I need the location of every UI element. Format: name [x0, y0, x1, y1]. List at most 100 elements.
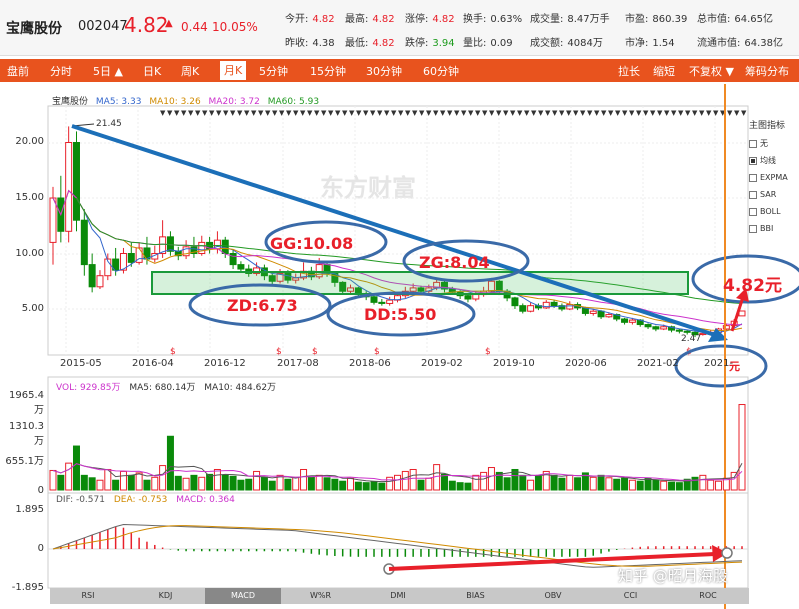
volume-bar [487, 467, 495, 491]
price-change: 0.44 [181, 20, 208, 34]
volume-bar [268, 480, 276, 491]
period-tab[interactable]: 分时 [50, 63, 72, 79]
candle-body [683, 330, 691, 333]
quote-value: 0.63% [490, 14, 523, 25]
volume-bar [699, 474, 707, 491]
chart-tool-button[interactable]: 筹码分布 [745, 63, 789, 79]
volume-bar [57, 474, 65, 491]
event-marker-icon: ▼ [734, 109, 740, 117]
volume-bar [65, 462, 73, 491]
quote-value: 0.09 [490, 38, 513, 49]
event-marker-icon: ▼ [433, 109, 439, 117]
volume-axis-label: 1310.3万 [9, 421, 44, 447]
macd-legend: DIF: -0.571 DEA: -0.753 MACD: 0.364 [56, 495, 235, 505]
event-marker-icon: ▼ [622, 109, 628, 117]
candle-body [675, 329, 683, 332]
checkbox-icon[interactable] [749, 139, 757, 148]
split-marker-icon: $ [485, 347, 491, 357]
event-marker-icon: ▼ [356, 109, 362, 117]
period-tab[interactable]: 盘前 [7, 63, 29, 79]
chart-tool-button[interactable]: 拉长 [618, 63, 640, 79]
indicator-tab[interactable]: RSI [50, 591, 126, 600]
kline-svg[interactable]: ▼ ▼ ▼ ▼ ▼ ▼ ▼ ▼ ▼ ▼ ▼ ▼ ▼ ▼ ▼ ▼ ▼ ▼ ▼ ▼ ▼ ▼ ▼ ▼ ▼ ▼ ▼ ▼ ▼ ▼ ▼ ▼ ▼ ▼ ▼ ▼ ▼ ▼ ▼ ▼… [0, 84, 799, 609]
event-marker-icon: ▼ [412, 109, 418, 117]
event-marker-icon: ▼ [167, 109, 173, 117]
volume-bar [174, 475, 182, 491]
chart-tool-button[interactable]: 缩短 [653, 63, 675, 79]
indicator-tab[interactable]: DMI [360, 591, 436, 600]
checkbox-icon[interactable] [749, 156, 757, 165]
quote-cell: 最高: 4.82 [345, 10, 395, 25]
period-toolbar: 盘前 分时 5日 ▲ 日K 周K 月K 5分钟 15分钟 30分钟 60分钟 拉长 缩短 不复权 ▼ 筹… [0, 59, 799, 82]
quote-cell: 流通市值: 64.38亿 [697, 34, 783, 49]
chart-tool-button[interactable]: 不复权 ▼ [689, 63, 734, 79]
event-marker-icon: ▼ [454, 109, 460, 117]
indicator-option[interactable]: 均线 [749, 152, 799, 169]
period-tab[interactable]: 月K [220, 61, 247, 80]
event-marker-icon: ▼ [573, 109, 579, 117]
volume-bar [127, 474, 135, 491]
legend-ma60: MA60: 5.93 [267, 97, 320, 107]
indicator-option[interactable]: 无 [749, 135, 799, 152]
event-marker-icon: ▼ [489, 109, 495, 117]
checkbox-icon[interactable] [749, 173, 757, 182]
indicator-option[interactable]: EXPMA [749, 169, 799, 186]
macd-axis-label: 1.895 [15, 504, 44, 515]
checkbox-icon[interactable] [749, 207, 757, 216]
event-marker-icon: ▼ [664, 109, 670, 117]
quote-value: 4084万 [567, 38, 603, 49]
period-tab[interactable]: 15分钟 [310, 63, 346, 79]
indicator-tab[interactable]: OBV [515, 591, 591, 600]
volume-bar [300, 468, 308, 491]
event-marker-icon: ▼ [405, 109, 411, 117]
event-marker-icon: ▼ [657, 109, 663, 117]
split-marker-icon: $ [276, 347, 282, 357]
volume-bar [636, 480, 644, 491]
indicator-tab[interactable]: CCI [593, 591, 669, 600]
volume-bar [589, 476, 597, 491]
event-marker-icon: ▼ [426, 109, 432, 117]
event-marker-icon: ▼ [321, 109, 327, 117]
indicator-tab[interactable]: BIAS [438, 591, 514, 600]
volume-bar [182, 477, 190, 491]
quote-cell: 换手: 0.63% [463, 10, 522, 25]
period-tab[interactable]: 日K [143, 63, 161, 79]
legend-ma10: MA10: 3.26 [149, 97, 201, 107]
quote-value: 1.54 [652, 38, 675, 49]
indicator-option-label: BBI [760, 224, 774, 233]
period-tab[interactable]: 60分钟 [423, 63, 459, 79]
period-tab[interactable]: 5日 ▲ [93, 63, 123, 79]
volume-bar [166, 435, 174, 491]
indicator-tab[interactable]: W%R [283, 591, 359, 600]
volume-bar [237, 479, 245, 491]
period-tab[interactable]: 周K [181, 63, 199, 79]
event-marker-icon: ▼ [272, 109, 278, 117]
candle-body [652, 326, 660, 330]
volume-bar [80, 474, 88, 491]
stock-code: 002047 [78, 19, 128, 34]
checkbox-icon[interactable] [749, 224, 757, 233]
event-marker-icon: ▼ [188, 109, 194, 117]
event-marker-icon: ▼ [342, 109, 348, 117]
event-marker-icon: ▼ [468, 109, 474, 117]
stock-name: 宝鹰股份 [6, 21, 62, 37]
volume-bar [613, 478, 621, 491]
indicator-option-label: SAR [760, 190, 777, 199]
indicator-tab[interactable]: MACD [205, 588, 281, 604]
event-marker-icon: ▼ [699, 109, 705, 117]
indicator-option[interactable]: SAR [749, 186, 799, 203]
event-marker-icon: ▼ [258, 109, 264, 117]
indicator-tab[interactable]: KDJ [128, 591, 204, 600]
volume-bar [323, 477, 331, 491]
volume-bar [527, 479, 535, 491]
checkbox-icon[interactable] [749, 190, 757, 199]
indicator-option[interactable]: BOLL [749, 203, 799, 220]
period-tab[interactable]: 30分钟 [366, 63, 402, 79]
period-tab[interactable]: 5分钟 [259, 63, 288, 79]
indicator-option-label: EXPMA [760, 173, 788, 182]
indicator-tab[interactable]: ROC [670, 591, 746, 600]
quote-value: 64.38亿 [744, 38, 784, 49]
indicator-option[interactable]: BBI [749, 220, 799, 237]
event-marker-icon: ▼ [594, 109, 600, 117]
candle-body [605, 314, 613, 318]
